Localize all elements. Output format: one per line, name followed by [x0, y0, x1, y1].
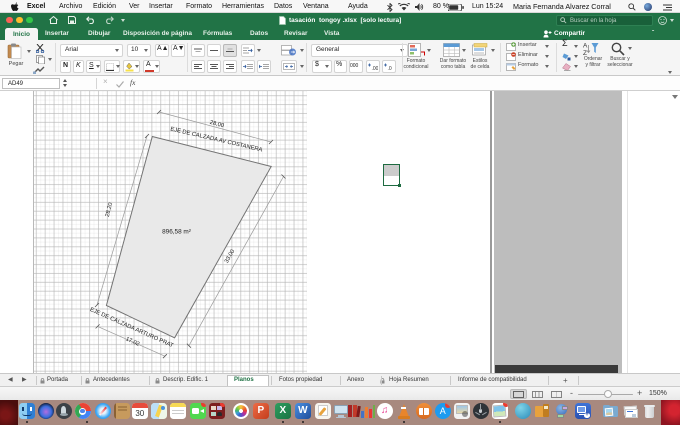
svg-text:33,00: 33,00	[224, 249, 236, 265]
svg-text:.00: .00	[372, 66, 379, 71]
svg-text:28,00: 28,00	[209, 120, 225, 130]
svg-text:28,20: 28,20	[105, 202, 114, 218]
svg-text:896,58 m²: 896,58 m²	[162, 229, 191, 236]
svg-text:A: A	[583, 43, 588, 50]
svg-text:.0: .0	[388, 66, 392, 71]
svg-text:17,02: 17,02	[125, 336, 141, 347]
